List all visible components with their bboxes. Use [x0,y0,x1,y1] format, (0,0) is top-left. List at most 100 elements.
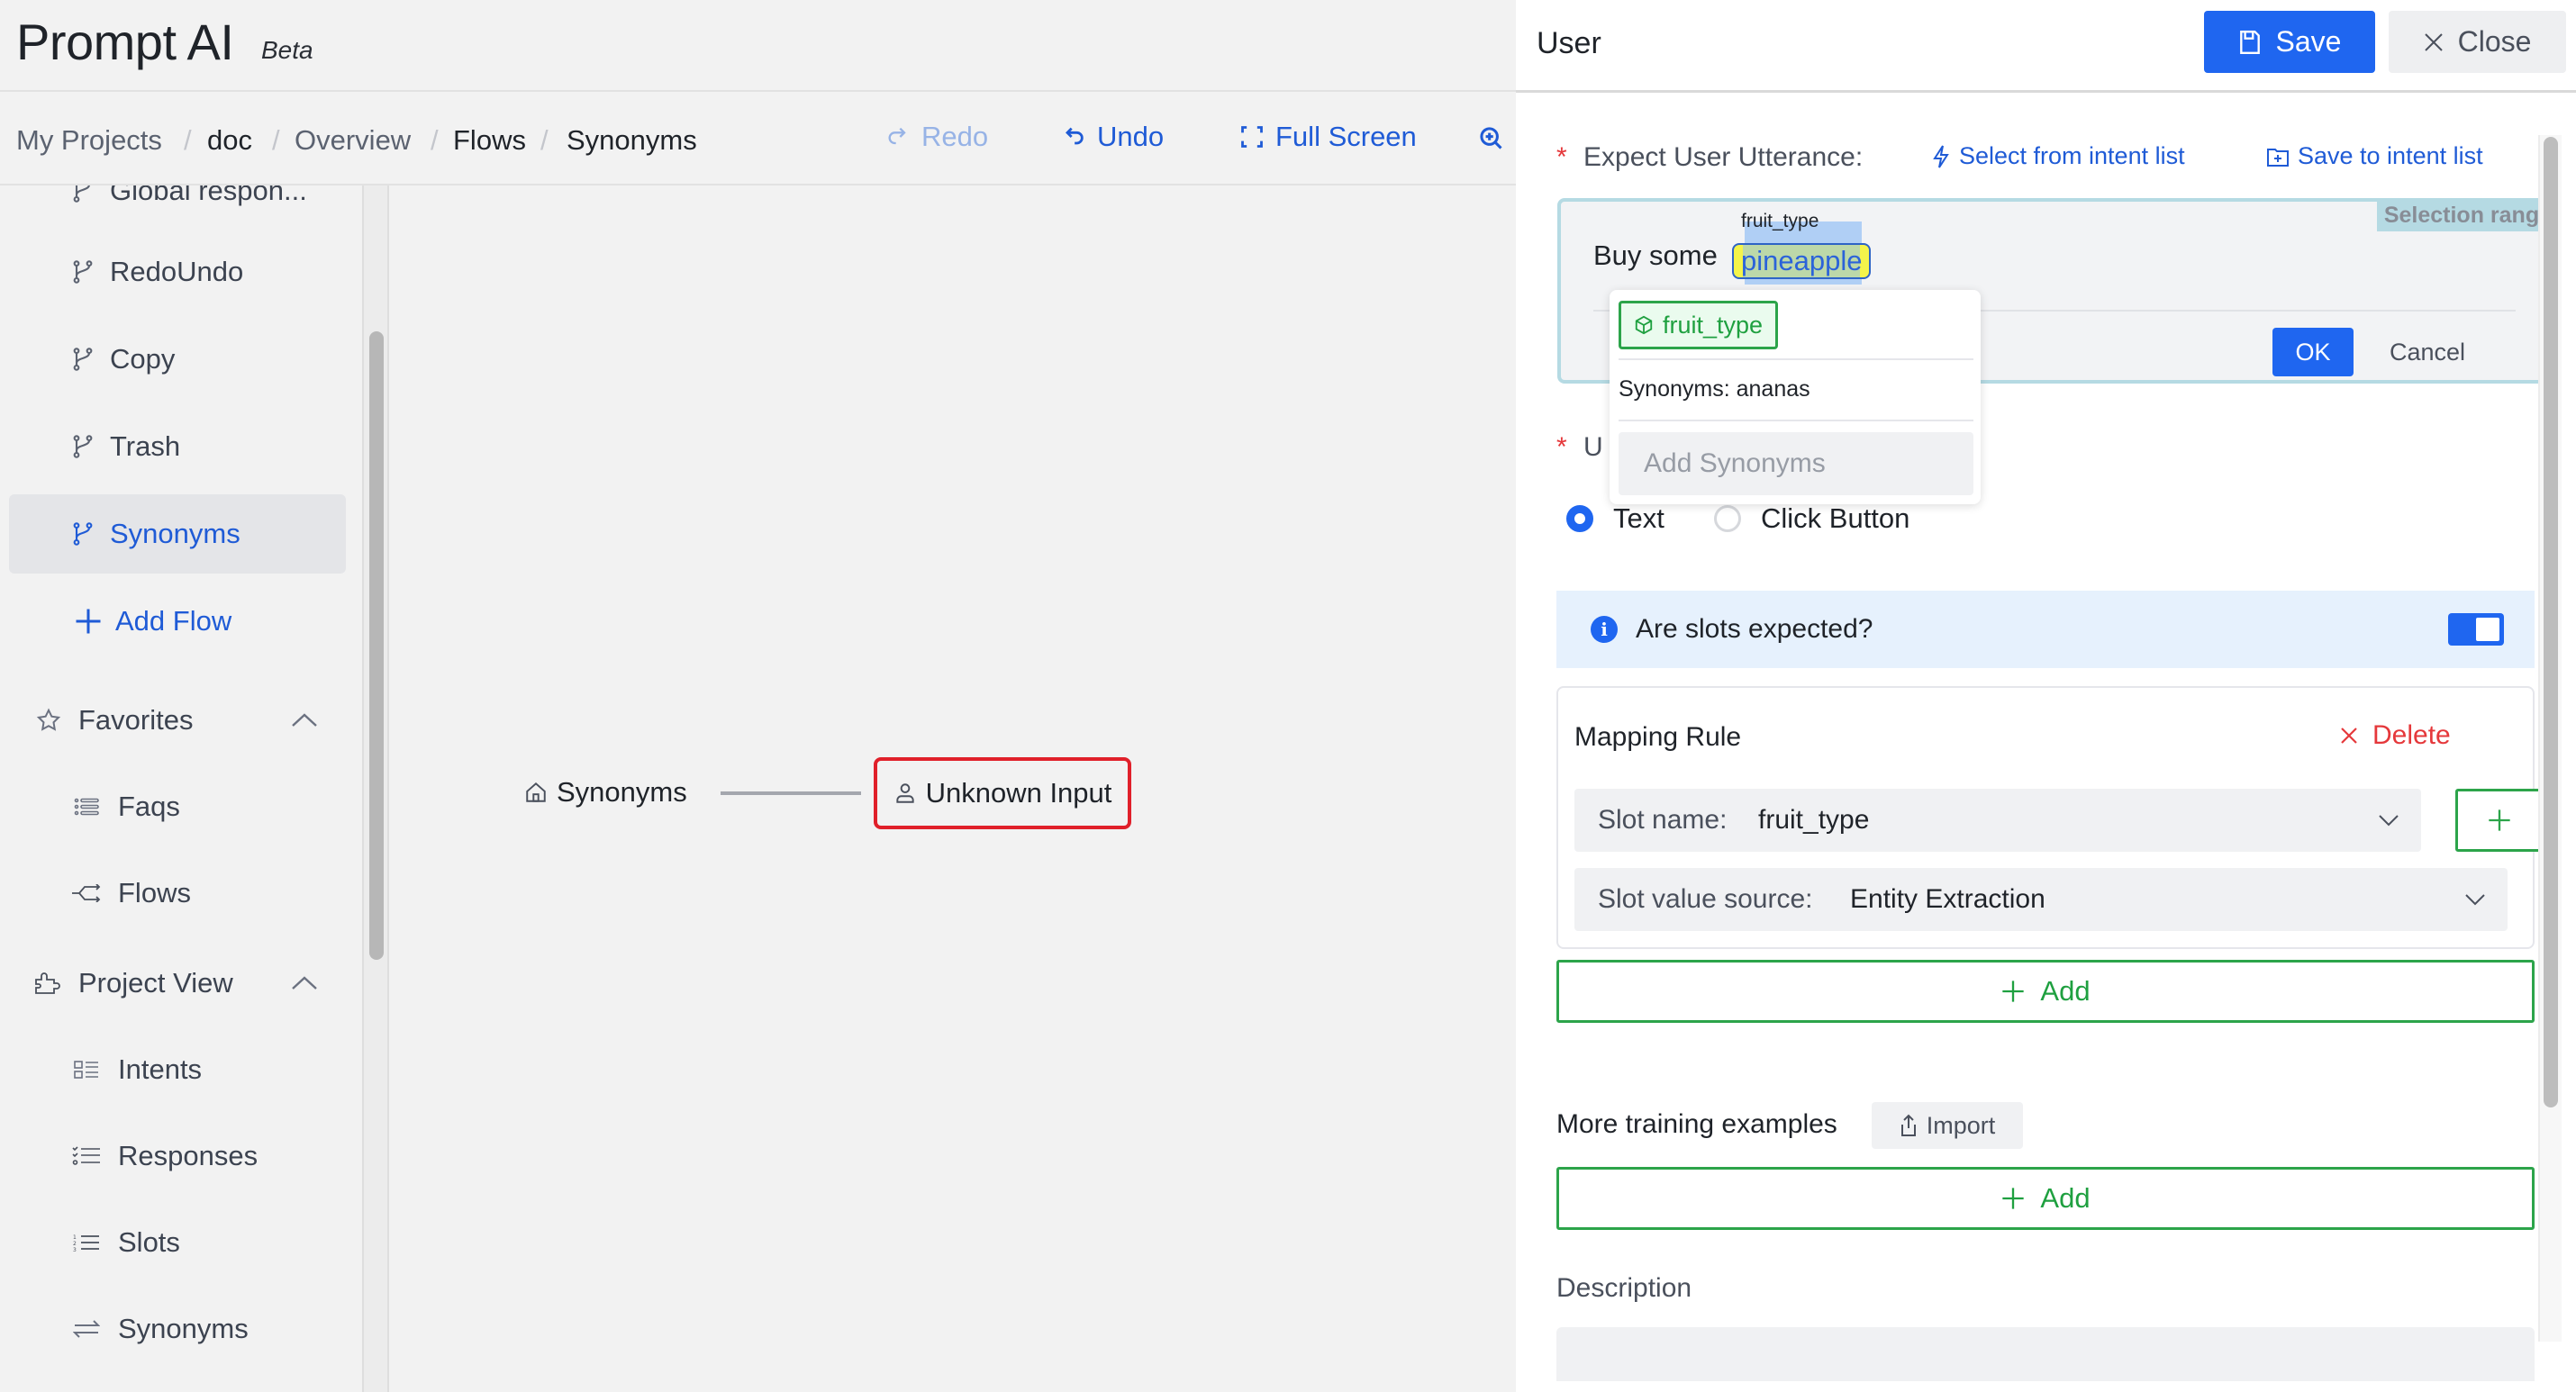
radio-click-button[interactable]: Click Button [1714,502,1909,535]
utterance-text: Buy some [1593,240,1718,271]
panel-header: User Save Close [1516,0,2576,93]
slot-value-source-label: Slot value source: [1598,884,1813,914]
list-icon [70,791,103,823]
flow-start-node[interactable]: Synonyms [524,776,687,809]
sidebar-group-project-view[interactable]: Project View [0,947,342,1019]
sidebar-item-faqs[interactable]: Faqs [0,771,360,843]
save-to-intent-list-link[interactable]: Save to intent list [2267,142,2483,170]
sidebar-item-label: Slots [118,1226,180,1258]
slot-value-source-select[interactable]: Slot value source: Entity Extraction [1574,868,2508,931]
sidebar-group-favorites[interactable]: Favorites [0,684,342,756]
description-input[interactable] [1556,1327,2535,1381]
favorites-label: Favorites [78,704,194,736]
sidebar-scrollbar-thumb[interactable] [369,331,384,960]
slot-name-label: Slot name: [1598,805,1728,835]
panel-scrollbar-thumb[interactable] [2544,137,2558,1107]
entity-popover: fruit_type Synonyms: ananas [1610,290,1981,504]
sidebar-flow-global-response[interactable]: Global respon... [9,185,346,230]
lightning-icon [1932,144,1950,168]
redo-button[interactable]: Redo [885,121,988,153]
sidebar-item-label: Copy [110,343,176,375]
svg-text:2: 2 [73,1241,77,1247]
sidebar-item-intents[interactable]: Intents [0,1034,360,1106]
slots-expected-banner: i Are slots expected? [1556,591,2535,668]
chevron-down-icon [2378,809,2399,831]
breadcrumb-flows[interactable]: Flows [453,124,526,157]
branch-icon [67,518,99,550]
slots-expected-toggle[interactable] [2448,613,2504,646]
upload-icon [1900,1114,1918,1137]
add-mapping-rule-button[interactable]: Add [1556,960,2535,1023]
plus-icon [2000,979,2026,1004]
breadcrumb-separator: / [540,124,549,156]
breadcrumb-doc[interactable]: doc [207,124,252,157]
chevron-up-icon[interactable] [288,704,321,737]
fullscreen-icon [1239,124,1265,149]
select-from-intent-list-label: Select from intent list [1959,142,2185,169]
ok-button[interactable]: OK [2272,328,2354,376]
sidebar-flow-redoundo[interactable]: RedoUndo [9,232,346,312]
flow-user-node[interactable]: Unknown Input [874,757,1131,829]
selection-range-label: Selection range [2376,202,2557,231]
breadcrumb-overview[interactable]: Overview [295,124,411,157]
import-button[interactable]: Import [1872,1102,2023,1149]
save-label: Save [2275,25,2342,58]
panel-title: User [1537,26,1601,60]
sidebar-flow-copy[interactable]: Copy [9,320,346,399]
radio-selected-icon [1566,505,1593,532]
add-slot-button[interactable] [2455,789,2544,852]
close-button[interactable]: Close [2389,11,2566,73]
sidebar-item-label: Synonyms [110,518,240,549]
sidebar-flow-trash[interactable]: Trash [9,407,346,486]
close-icon [2424,32,2444,52]
sidebar-item-label: Intents [118,1053,203,1085]
select-from-intent-list-link[interactable]: Select from intent list [1932,142,2185,170]
cancel-button[interactable]: Cancel [2390,339,2465,366]
chevron-up-icon[interactable] [288,967,321,999]
slot-name-value: fruit_type [1758,805,1870,835]
entity-annotation[interactable]: pineapple [1732,243,1872,279]
sidebar-item-synonyms[interactable]: Synonyms [0,1293,360,1365]
flow-user-node-label: Unknown Input [925,777,1112,809]
required-mark: * [1556,142,1567,172]
breadcrumb-separator: / [272,124,280,156]
add-flow-button[interactable]: Add Flow [9,582,346,661]
home-icon [524,781,548,804]
undo-button[interactable]: Undo [1061,121,1164,153]
flow-start-node-label: Synonyms [557,776,687,808]
flow-edge [721,791,861,795]
breadcrumb-my-projects[interactable]: My Projects [16,124,162,157]
star-icon [32,704,65,737]
sidebar-item-responses[interactable]: Responses [0,1120,360,1192]
slot-name-select[interactable]: Slot name: fruit_type [1574,789,2421,852]
fullscreen-button[interactable]: Full Screen [1239,121,1417,153]
divider [1619,420,1973,421]
sidebar-item-slots[interactable]: 123 Slots [0,1207,360,1279]
synonyms-text: Synonyms: ananas [1619,376,1810,402]
utterance-label: * Expect User Utterance: [1556,142,1863,173]
divider [1619,358,1973,360]
add-synonyms-input[interactable] [1619,432,1973,495]
add-training-example-button[interactable]: Add [1556,1167,2535,1230]
breadcrumb-separator: / [184,124,192,156]
numbered-list-icon: 123 [70,1226,103,1259]
undo-label: Undo [1097,121,1165,152]
app-header: Prompt AI Beta [0,0,1516,92]
delete-label: Delete [2372,720,2451,750]
zoom-in-button[interactable] [1479,126,1504,151]
user-icon [893,782,917,805]
delete-mapping-button[interactable]: Delete [2340,720,2451,751]
sidebar-item-flows[interactable]: Flows [0,857,360,929]
breadcrumb-separator: / [431,124,439,156]
branch-icon [67,185,99,207]
entity-tag[interactable]: fruit_type [1619,301,1779,349]
save-button[interactable]: Save [2204,11,2375,73]
entity-tag-label: fruit_type [1663,311,1764,339]
sidebar-item-label: Global respon... [110,185,307,206]
radio-text[interactable]: Text [1566,502,1664,535]
import-label: Import [1926,1111,1996,1139]
sidebar-flow-synonyms[interactable]: Synonyms [9,494,346,574]
close-icon [2340,727,2358,745]
branch-icon [67,256,99,288]
app-title: Prompt AI [16,14,234,70]
